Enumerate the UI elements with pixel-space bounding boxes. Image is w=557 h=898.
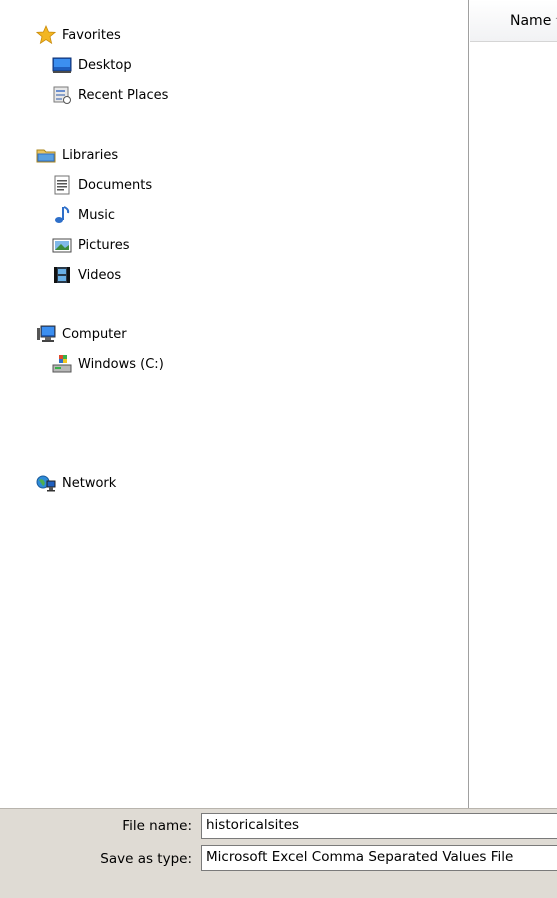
- file-list-pane[interactable]: Name ^: [470, 0, 557, 808]
- file-name-row: File name: historicalsites: [0, 809, 557, 843]
- nav-item-music[interactable]: Music: [52, 203, 115, 227]
- file-name-input[interactable]: historicalsites: [201, 813, 557, 839]
- nav-label: Documents: [78, 177, 153, 193]
- nav-item-recent-places[interactable]: Recent Places: [52, 83, 168, 107]
- save-fields-panel: File name: historicalsites Save as type:…: [0, 808, 557, 898]
- drive-icon: [52, 354, 72, 374]
- libraries-icon: [36, 145, 56, 165]
- nav-item-pictures[interactable]: Pictures: [52, 233, 129, 257]
- nav-label: Desktop: [78, 57, 132, 73]
- favorites-star-icon: [36, 25, 56, 45]
- navigation-pane[interactable]: Favorites Desktop Recent Places Librarie…: [0, 0, 469, 808]
- recent-places-icon: [52, 85, 72, 105]
- nav-item-desktop[interactable]: Desktop: [52, 53, 132, 77]
- save-as-type-select[interactable]: Microsoft Excel Comma Separated Values F…: [201, 845, 557, 871]
- nav-label: Favorites: [62, 27, 121, 43]
- nav-label: Libraries: [62, 147, 119, 163]
- save-as-type-row: Save as type: Microsoft Excel Comma Sepa…: [0, 843, 557, 875]
- documents-icon: [52, 175, 72, 195]
- desktop-icon: [52, 55, 72, 75]
- computer-icon: [36, 324, 56, 344]
- nav-item-libraries[interactable]: Libraries: [36, 143, 118, 167]
- column-header-name[interactable]: Name: [510, 13, 551, 29]
- nav-item-network[interactable]: Network: [36, 471, 116, 495]
- nav-item-windows-c[interactable]: Windows (C:): [52, 352, 164, 376]
- file-name-label: File name:: [122, 818, 192, 834]
- save-dialog: Favorites Desktop Recent Places Librarie…: [0, 0, 557, 898]
- music-icon: [52, 205, 72, 225]
- column-header-row: Name ^: [470, 0, 557, 42]
- nav-label: Music: [78, 207, 115, 223]
- nav-item-computer[interactable]: Computer: [36, 322, 127, 346]
- nav-label: Videos: [78, 267, 122, 283]
- nav-item-videos[interactable]: Videos: [52, 263, 121, 287]
- nav-item-favorites[interactable]: Favorites: [36, 23, 121, 47]
- pictures-icon: [52, 235, 72, 255]
- nav-label: Computer: [62, 326, 127, 342]
- nav-label: Pictures: [78, 237, 130, 253]
- nav-item-documents[interactable]: Documents: [52, 173, 152, 197]
- network-icon: [36, 473, 56, 493]
- nav-label: Network: [62, 475, 117, 491]
- nav-label: Windows (C:): [78, 356, 164, 372]
- save-as-type-label: Save as type:: [100, 851, 192, 867]
- videos-icon: [52, 265, 72, 285]
- nav-label: Recent Places: [78, 87, 169, 103]
